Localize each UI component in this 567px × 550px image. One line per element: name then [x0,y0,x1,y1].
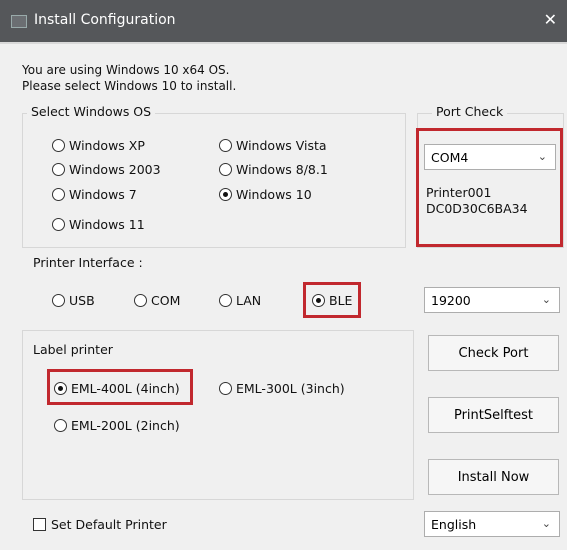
radio-lan[interactable]: LAN [219,293,261,308]
check-port-button[interactable]: Check Port [428,335,559,371]
os-info-line-2: Please select Windows 10 to install. [22,79,237,93]
title-divider [0,42,567,44]
port-check-label: Port Check [432,104,508,119]
radio-dot [219,139,232,152]
install-configuration-window: Install Configuration ✕ You are using Wi… [0,0,567,550]
radio-dot [219,294,232,307]
port-select-value: COM4 [431,149,469,165]
set-default-printer-checkbox[interactable]: Set Default Printer [33,517,167,532]
language-value: English [431,516,477,532]
radio-dot [52,294,65,307]
radio-dot-selected [312,294,325,307]
radio-dot [54,419,67,432]
radio-dot [134,294,147,307]
checkbox-label: Set Default Printer [51,517,167,532]
radio-windows-8[interactable]: Windows 8/8.1 [219,162,328,177]
radio-dot-selected [219,188,232,201]
radio-label: LAN [236,293,262,308]
radio-dot [219,163,232,176]
window-icon [11,15,27,28]
port-select[interactable]: COM4 ⌄ [424,144,556,170]
device-name: Printer001 [426,185,492,200]
radio-dot [52,139,65,152]
radio-ble[interactable]: BLE [312,293,352,308]
radio-windows-2003[interactable]: Windows 2003 [52,162,161,177]
radio-windows-xp[interactable]: Windows XP [52,138,145,153]
radio-label: Windows 11 [69,217,145,232]
print-selftest-button[interactable]: PrintSelftest [428,397,559,433]
radio-label: Windows 7 [69,187,137,202]
device-address: DC0D30C6BA34 [426,201,528,216]
radio-eml-300l[interactable]: EML-300L (3inch) [219,381,345,396]
radio-label: Windows 8/8.1 [236,162,328,177]
radio-label: Windows Vista [236,138,327,153]
radio-label: USB [69,293,95,308]
window-title: Install Configuration [34,12,176,28]
chevron-down-icon: ⌄ [541,293,551,306]
radio-label: EML-200L (2inch) [71,418,180,433]
radio-dot [52,163,65,176]
os-info-line-1: You are using Windows 10 x64 OS. [22,63,230,77]
radio-label: COM [151,293,181,308]
radio-label: Windows 10 [236,187,312,202]
install-now-button[interactable]: Install Now [428,459,559,495]
radio-usb[interactable]: USB [52,293,95,308]
radio-dot [52,218,65,231]
title-bar: Install Configuration ✕ [0,0,567,42]
radio-label: BLE [329,293,353,308]
language-select[interactable]: English ⌄ [424,511,560,537]
chevron-down-icon: ⌄ [541,517,551,530]
radio-dot [52,188,65,201]
radio-windows-7[interactable]: Windows 7 [52,187,137,202]
close-icon[interactable]: ✕ [544,10,557,29]
radio-label: Windows XP [69,138,145,153]
baud-rate-select[interactable]: 19200 ⌄ [424,287,560,313]
radio-label: Windows 2003 [69,162,161,177]
radio-label: EML-300L (3inch) [236,381,345,396]
select-windows-os-label: Select Windows OS [27,104,156,119]
radio-windows-11[interactable]: Windows 11 [52,217,145,232]
radio-eml-200l[interactable]: EML-200L (2inch) [54,418,180,433]
printer-interface-label: Printer Interface : [33,255,143,270]
radio-dot [219,382,232,395]
chevron-down-icon: ⌄ [537,150,547,163]
radio-dot-selected [54,382,67,395]
radio-eml-400l[interactable]: EML-400L (4inch) [54,381,180,396]
checkbox-box [33,518,46,531]
radio-windows-10[interactable]: Windows 10 [219,187,312,202]
radio-com[interactable]: COM [134,293,180,308]
label-printer-label: Label printer [33,342,113,357]
radio-windows-vista[interactable]: Windows Vista [219,138,327,153]
radio-label: EML-400L (4inch) [71,381,180,396]
baud-rate-value: 19200 [431,292,471,308]
port-check-group [417,113,564,248]
